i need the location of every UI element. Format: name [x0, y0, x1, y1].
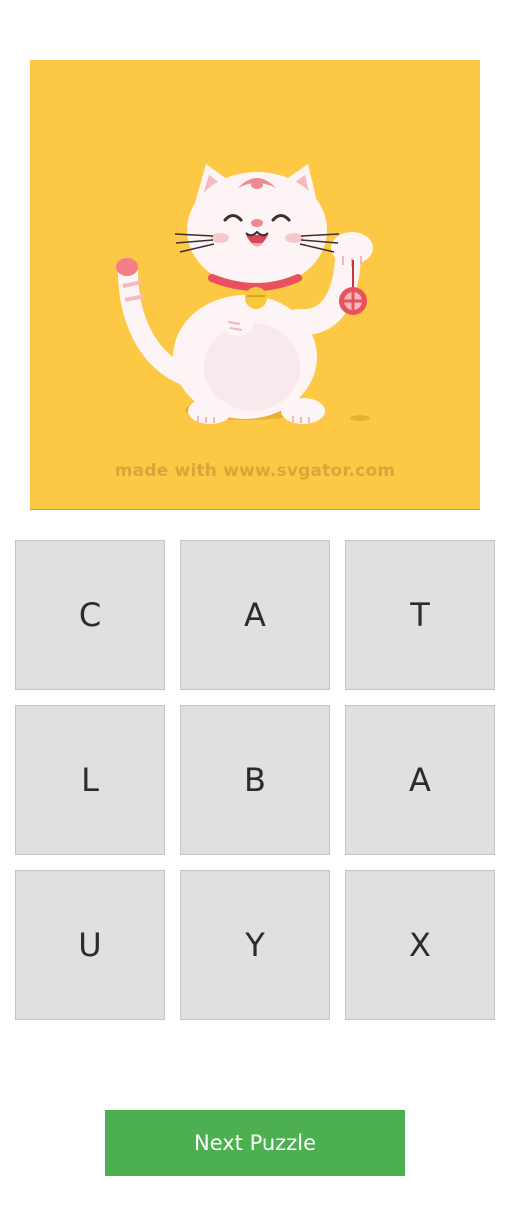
letter-tile[interactable]: L [15, 705, 165, 855]
letter-tile[interactable]: A [345, 705, 495, 855]
lucky-cat-icon [116, 164, 373, 424]
letter-tile[interactable]: U [15, 870, 165, 1020]
letter-tile[interactable]: Y [180, 870, 330, 1020]
watermark-text: made with www.svgator.com [114, 461, 396, 481]
puzzle-page: made with www.svgator.com C A T L B A U … [0, 0, 510, 1206]
letter-tile[interactable]: X [345, 870, 495, 1020]
letter-tile[interactable]: T [345, 540, 495, 690]
puzzle-illustration: made with www.svgator.com [30, 60, 480, 510]
next-puzzle-button[interactable]: Next Puzzle [105, 1110, 405, 1176]
letter-tile[interactable]: A [180, 540, 330, 690]
letter-tile[interactable]: B [180, 705, 330, 855]
letter-tile[interactable]: C [15, 540, 165, 690]
letter-grid: C A T L B A U Y X [15, 540, 495, 1020]
